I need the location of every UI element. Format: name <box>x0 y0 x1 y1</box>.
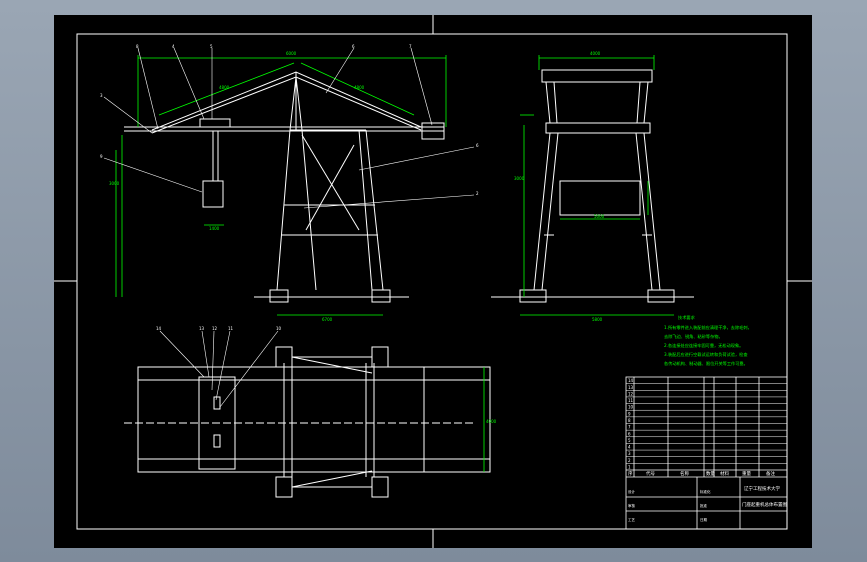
header-weight: 重量 <box>742 470 751 477</box>
balloon-label: 7 <box>409 44 412 49</box>
header-qty: 数量 <box>706 470 715 477</box>
engineering-drawing: 6000 4800 4800 3000 1400 6700 8 4 5 6 7 … <box>54 15 812 548</box>
parts-row-number: 4 <box>628 445 631 450</box>
front-dimensions <box>115 55 447 316</box>
notes-line: 各传动机构、制动器、限位开关等工作可靠。 <box>664 360 748 367</box>
parts-row-number: 14 <box>628 378 634 383</box>
plan-view <box>124 346 491 498</box>
header-material: 材料 <box>720 470 729 477</box>
dim-text: 3000 <box>514 176 525 181</box>
dim-text: 4800 <box>354 85 365 90</box>
parts-row-number: 11 <box>628 398 634 403</box>
dim-text: 4000 <box>486 419 497 424</box>
dim-text: 5000 <box>594 214 605 219</box>
parts-row-number: 8 <box>628 418 631 423</box>
notes-line: 1.所有零件进入装配前应清理干净，去除毛刺， <box>664 324 752 331</box>
balloon-label: 2 <box>476 191 479 196</box>
parts-row-number: 2 <box>628 458 631 463</box>
header-code: 代号 <box>646 470 655 477</box>
balloon-label: 11 <box>228 326 234 331</box>
notes-line: 3.装配后应进行空载试运转和负荷试验，检查 <box>664 351 748 358</box>
balloon-label: 14 <box>156 326 162 331</box>
notes-line: 去除飞边、锐角、粘砂等杂物。 <box>664 333 723 340</box>
technical-notes: 技术要求 1.所有零件进入装配前应清理干净，去除毛刺， 去除飞边、锐角、粘砂等杂… <box>664 314 752 367</box>
balloon-label: 13 <box>199 326 205 331</box>
dim-text: 6000 <box>286 51 297 56</box>
notes-title: 技术要求 <box>678 314 696 321</box>
parts-list-rows <box>626 383 787 464</box>
dim-text: 5800 <box>592 317 603 322</box>
balloon-label: 10 <box>276 326 282 331</box>
dim-text: 4800 <box>219 85 230 90</box>
balloon-label: 6 <box>476 143 479 148</box>
dim-text: 4000 <box>590 51 601 56</box>
school-name: 辽宁工程技术大学 <box>744 485 780 492</box>
parts-list-numbers: 1234567891011121314 <box>628 378 634 469</box>
balloon-label: 12 <box>212 326 218 331</box>
front-dimension-texts: 6000 4800 4800 3000 1400 6700 <box>109 51 365 322</box>
parts-row-number: 1 <box>628 465 631 470</box>
drawing-sheet[interactable]: 6000 4800 4800 3000 1400 6700 8 4 5 6 7 … <box>54 15 812 548</box>
header-note: 备注 <box>766 470 775 477</box>
balloon-label: 6 <box>352 44 355 49</box>
parts-row-number: 10 <box>628 405 634 410</box>
sig-approve: 批准 <box>700 503 708 508</box>
balloon-label: 5 <box>210 44 213 49</box>
dim-text: 3000 <box>109 181 120 186</box>
sig-date: 日期 <box>700 517 708 522</box>
sig-review: 审核 <box>628 503 636 508</box>
parts-row-number: 5 <box>628 438 631 443</box>
header-name: 名称 <box>680 470 689 477</box>
parts-row-number: 13 <box>628 385 634 390</box>
sig-standard: 标准化 <box>700 489 711 494</box>
notes-line: 2.各连接处应连接牢固可靠，无松动现象。 <box>664 342 743 349</box>
parts-row-number: 6 <box>628 431 631 436</box>
plan-dimension-texts: 4000 <box>486 419 497 424</box>
drawing-frame <box>76 33 788 530</box>
cad-viewer-window: 6000 4800 4800 3000 1400 6700 8 4 5 6 7 … <box>0 0 867 562</box>
center-marks <box>54 15 812 548</box>
parts-row-number: 9 <box>628 411 631 416</box>
balloon-label: 9 <box>100 154 103 159</box>
side-view <box>491 69 694 303</box>
parts-row-number: 3 <box>628 451 631 456</box>
dim-text: 6700 <box>322 317 333 322</box>
drawing-name: 门座起重机总体布置图 <box>742 501 787 508</box>
sig-design: 设计 <box>628 489 636 494</box>
side-dimension-texts: 4000 3000 5000 5800 <box>514 51 605 322</box>
balloon-label: 8 <box>136 44 139 49</box>
title-block-texts: 序 代号 名称 数量 材料 重量 备注 辽宁工程技术大学 门座起重机总体布置图 … <box>628 470 787 522</box>
sig-process: 工艺 <box>628 517 636 522</box>
parts-row-number: 7 <box>628 425 631 430</box>
parts-row-number: 12 <box>628 391 634 396</box>
header-index: 序 <box>628 470 633 477</box>
balloon-label: 4 <box>172 44 175 49</box>
balloon-label: 3 <box>100 93 103 98</box>
dim-text: 1400 <box>209 226 220 231</box>
